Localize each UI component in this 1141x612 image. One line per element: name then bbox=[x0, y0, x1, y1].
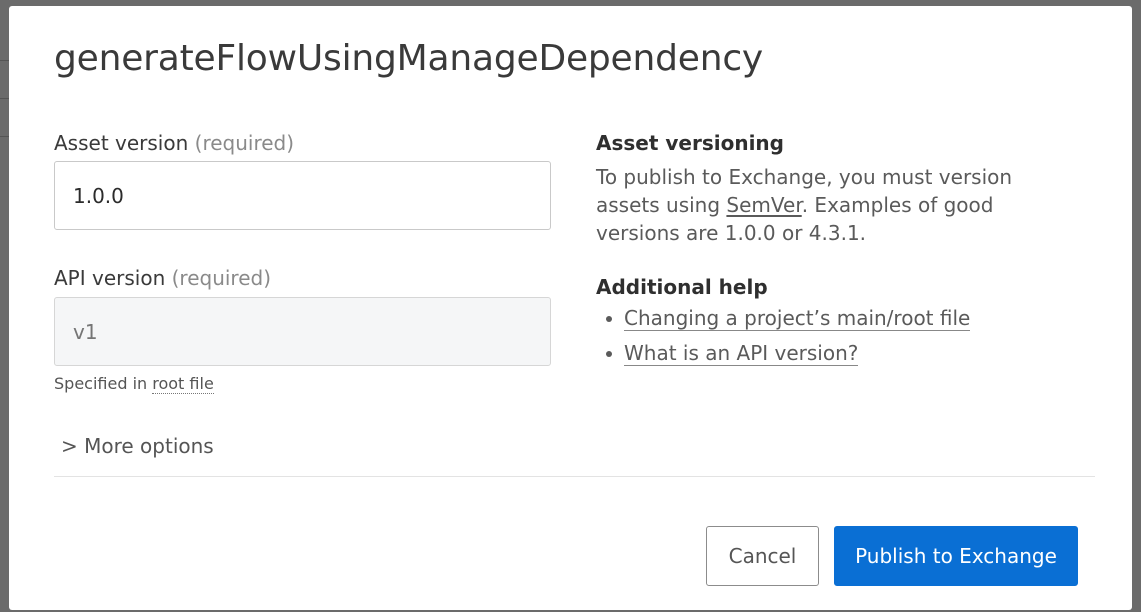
api-version-label: API version (required) bbox=[54, 266, 271, 290]
list-item: Changing a project’s main/root file bbox=[606, 306, 971, 341]
background-divider bbox=[0, 60, 9, 61]
help-link-root-file[interactable]: Changing a project’s main/root file bbox=[624, 306, 971, 331]
semver-link[interactable]: SemVer bbox=[726, 193, 801, 217]
helper-text: Specified in bbox=[54, 374, 148, 393]
api-version-label-text: API version bbox=[54, 266, 166, 290]
background-divider bbox=[0, 136, 9, 137]
asset-versioning-heading: Asset versioning bbox=[596, 131, 784, 155]
asset-versioning-description: To publish to Exchange, you must version… bbox=[596, 163, 1076, 247]
api-version-helper: Specified in root file bbox=[54, 374, 214, 394]
bullet-icon bbox=[606, 316, 612, 322]
list-item: What is an API version? bbox=[606, 341, 970, 376]
divider bbox=[54, 476, 1095, 477]
api-version-input bbox=[54, 297, 551, 366]
additional-help-heading: Additional help bbox=[596, 275, 768, 299]
required-indicator: (required) bbox=[171, 266, 272, 290]
more-options-toggle[interactable]: > More options bbox=[61, 434, 214, 458]
cancel-button[interactable]: Cancel bbox=[706, 526, 819, 586]
root-file-link[interactable]: root file bbox=[152, 374, 214, 394]
asset-version-label: Asset version (required) bbox=[54, 131, 294, 155]
background-divider bbox=[0, 98, 9, 99]
dialog-title: generateFlowUsingManageDependency bbox=[54, 38, 764, 79]
help-link-api-version[interactable]: What is an API version? bbox=[624, 341, 859, 366]
help-links-list: Changing a project’s main/root file What… bbox=[606, 306, 971, 376]
bullet-icon bbox=[606, 351, 612, 357]
asset-version-input[interactable] bbox=[54, 161, 551, 230]
publish-to-exchange-button[interactable]: Publish to Exchange bbox=[834, 526, 1078, 586]
publish-dialog: generateFlowUsingManageDependency Asset … bbox=[9, 6, 1132, 610]
required-indicator: (required) bbox=[194, 131, 295, 155]
asset-version-label-text: Asset version bbox=[54, 131, 189, 155]
